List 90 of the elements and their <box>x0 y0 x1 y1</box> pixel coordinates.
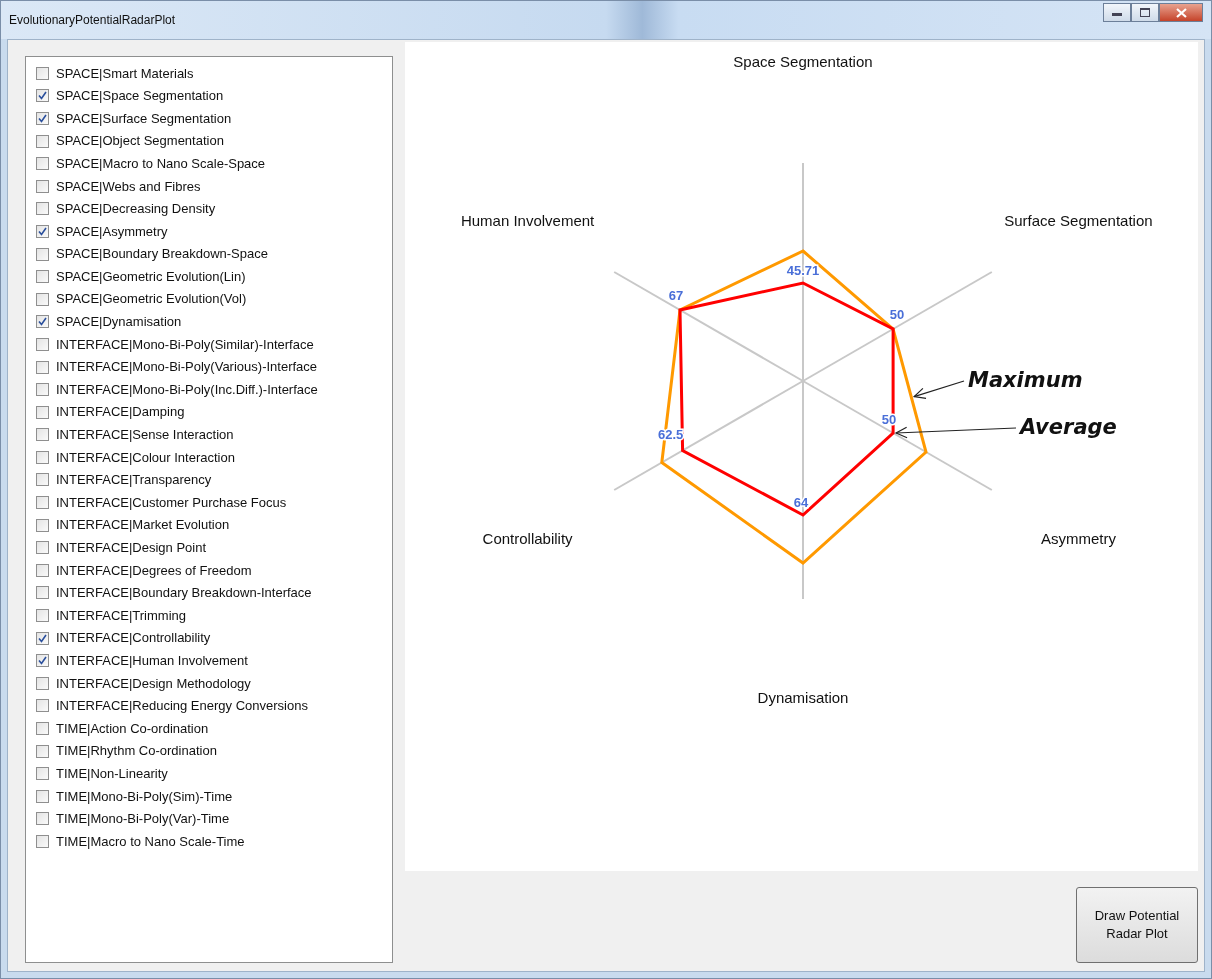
checkbox[interactable] <box>36 518 49 532</box>
checkbox[interactable] <box>36 157 49 171</box>
annotation-label: Maximum <box>968 368 1083 392</box>
checkbox[interactable] <box>36 89 49 103</box>
checkbox[interactable] <box>36 405 49 419</box>
value-label: 45.71 <box>786 263 820 278</box>
checkbox-label[interactable]: INTERFACE|Reducing Energy Conversions <box>56 696 308 716</box>
checkbox-label[interactable]: INTERFACE|Mono-Bi-Poly(Various)-Interface <box>56 357 318 377</box>
checkbox[interactable] <box>36 812 49 826</box>
checkbox[interactable] <box>36 450 49 464</box>
checkbox[interactable] <box>36 337 49 351</box>
checkbox[interactable] <box>36 654 49 668</box>
close-icon <box>1175 7 1187 18</box>
maximize-button[interactable] <box>1131 3 1159 22</box>
checkbox[interactable] <box>36 292 49 306</box>
checkbox-label[interactable]: TIME|Mono-Bi-Poly(Var)-Time <box>56 809 230 829</box>
checkbox-label[interactable]: INTERFACE|Degrees of Freedom <box>56 560 252 581</box>
axis-label: Dynamisation <box>757 688 849 706</box>
checkbox-label[interactable]: SPACE|Object Segmentation <box>56 131 224 151</box>
checkbox[interactable] <box>36 270 49 284</box>
maximize-icon <box>1140 8 1150 17</box>
checkbox[interactable] <box>36 112 49 125</box>
window-title: EvolutionaryPotentialRadarPlot <box>9 12 176 29</box>
axis-label: Surface Segmentation <box>1004 211 1153 229</box>
checkbox-label[interactable]: TIME|Rhythm Co-ordination <box>56 741 217 761</box>
checkbox[interactable] <box>36 676 49 690</box>
checkbox[interactable] <box>36 631 49 645</box>
checkbox-label[interactable]: SPACE|Space Segmentation <box>56 86 224 106</box>
draw-plot-button[interactable]: Draw Potential Radar Plot <box>1076 887 1198 963</box>
value-label: 67 <box>668 288 684 303</box>
checkbox-label[interactable]: TIME|Non-Linearity <box>56 763 168 784</box>
checkbox[interactable] <box>36 563 49 577</box>
checkbox-label[interactable]: INTERFACE|Transparency <box>56 470 212 490</box>
checkbox-label[interactable]: INTERFACE|Mono-Bi-Poly(Similar)-Interface <box>56 334 314 355</box>
checkbox[interactable] <box>36 496 49 510</box>
axis-label: Space Segmentation <box>733 52 873 70</box>
checkbox-label[interactable]: TIME|Action Co-ordination <box>56 718 209 739</box>
checkbox-label[interactable]: INTERFACE|Design Methodology <box>56 673 251 694</box>
checkbox-label[interactable]: SPACE|Surface Segmentation <box>56 108 232 129</box>
checkbox[interactable] <box>36 428 49 442</box>
checkbox[interactable] <box>36 699 49 713</box>
close-button[interactable] <box>1159 3 1203 22</box>
checkbox-label[interactable]: SPACE|Boundary Breakdown-Space <box>56 244 268 264</box>
checkbox[interactable] <box>36 315 49 329</box>
checkbox[interactable] <box>36 179 49 193</box>
checkbox-label[interactable]: INTERFACE|Customer Purchase Focus <box>56 492 287 513</box>
checkbox-label[interactable]: INTERFACE|Damping <box>56 402 185 422</box>
checkbox-label[interactable]: INTERFACE|Human Involvement <box>56 651 248 671</box>
checkbox[interactable] <box>36 134 49 148</box>
checkbox[interactable] <box>36 609 49 623</box>
axis-label: Human Involvement <box>460 211 595 229</box>
checkbox-label[interactable]: SPACE|Decreasing Density <box>56 199 216 219</box>
checkbox-label[interactable]: SPACE|Macro to Nano Scale-Space <box>56 153 266 174</box>
checkbox-label[interactable]: TIME|Mono-Bi-Poly(Sim)-Time <box>56 786 233 807</box>
checkbox-label[interactable]: INTERFACE|Mono-Bi-Poly(Inc.Diff.)-Interface <box>56 379 318 400</box>
checkbox-label[interactable]: SPACE|Geometric Evolution(Lin) <box>56 266 246 287</box>
checkbox-label[interactable]: INTERFACE|Boundary Breakdown-Interface <box>56 583 312 603</box>
checkbox[interactable] <box>36 66 49 80</box>
checkbox[interactable] <box>36 744 49 758</box>
checkbox[interactable] <box>36 767 49 781</box>
checkbox-label[interactable]: INTERFACE|Colour Interaction <box>56 447 235 468</box>
checkbox[interactable] <box>36 247 49 261</box>
minimize-button[interactable] <box>1103 3 1131 22</box>
checkbox-label[interactable]: TIME|Macro to Nano Scale-Time <box>56 831 245 852</box>
checkbox[interactable] <box>36 224 49 238</box>
annotation-arrow <box>912 380 965 399</box>
checkbox[interactable] <box>36 722 49 735</box>
checkbox[interactable] <box>36 473 49 487</box>
checkbox-label[interactable]: SPACE|Smart Materials <box>56 63 194 84</box>
checkbox[interactable] <box>36 835 49 848</box>
checkbox[interactable] <box>36 789 49 803</box>
checkbox[interactable] <box>36 202 49 216</box>
checkbox-label[interactable]: SPACE|Geometric Evolution(Vol) <box>56 289 247 309</box>
annotation-label: Average <box>1020 415 1117 439</box>
checkbox[interactable] <box>36 360 49 374</box>
checkbox-label[interactable]: INTERFACE|Market Evolution <box>56 515 230 535</box>
checkbox-label[interactable]: INTERFACE|Design Point <box>56 538 207 558</box>
checkbox-label[interactable]: SPACE|Asymmetry <box>56 221 168 242</box>
checkbox-label[interactable]: SPACE|Dynamisation <box>56 312 182 332</box>
value-label: 50 <box>889 307 905 322</box>
checkbox-label[interactable]: SPACE|Webs and Fibres <box>56 176 201 196</box>
axis-label: Controllability <box>482 529 573 547</box>
checkbox-label[interactable]: INTERFACE|Sense Interaction <box>56 425 234 445</box>
checkbox[interactable] <box>36 383 49 397</box>
checkbox-label[interactable]: INTERFACE|Trimming <box>56 605 186 626</box>
checkbox[interactable] <box>36 541 49 555</box>
value-label: 64 <box>793 495 809 510</box>
checkbox-label[interactable]: INTERFACE|Controllability <box>56 628 211 648</box>
axis-label: Asymmetry <box>1040 529 1116 547</box>
checkbox[interactable] <box>36 586 49 600</box>
